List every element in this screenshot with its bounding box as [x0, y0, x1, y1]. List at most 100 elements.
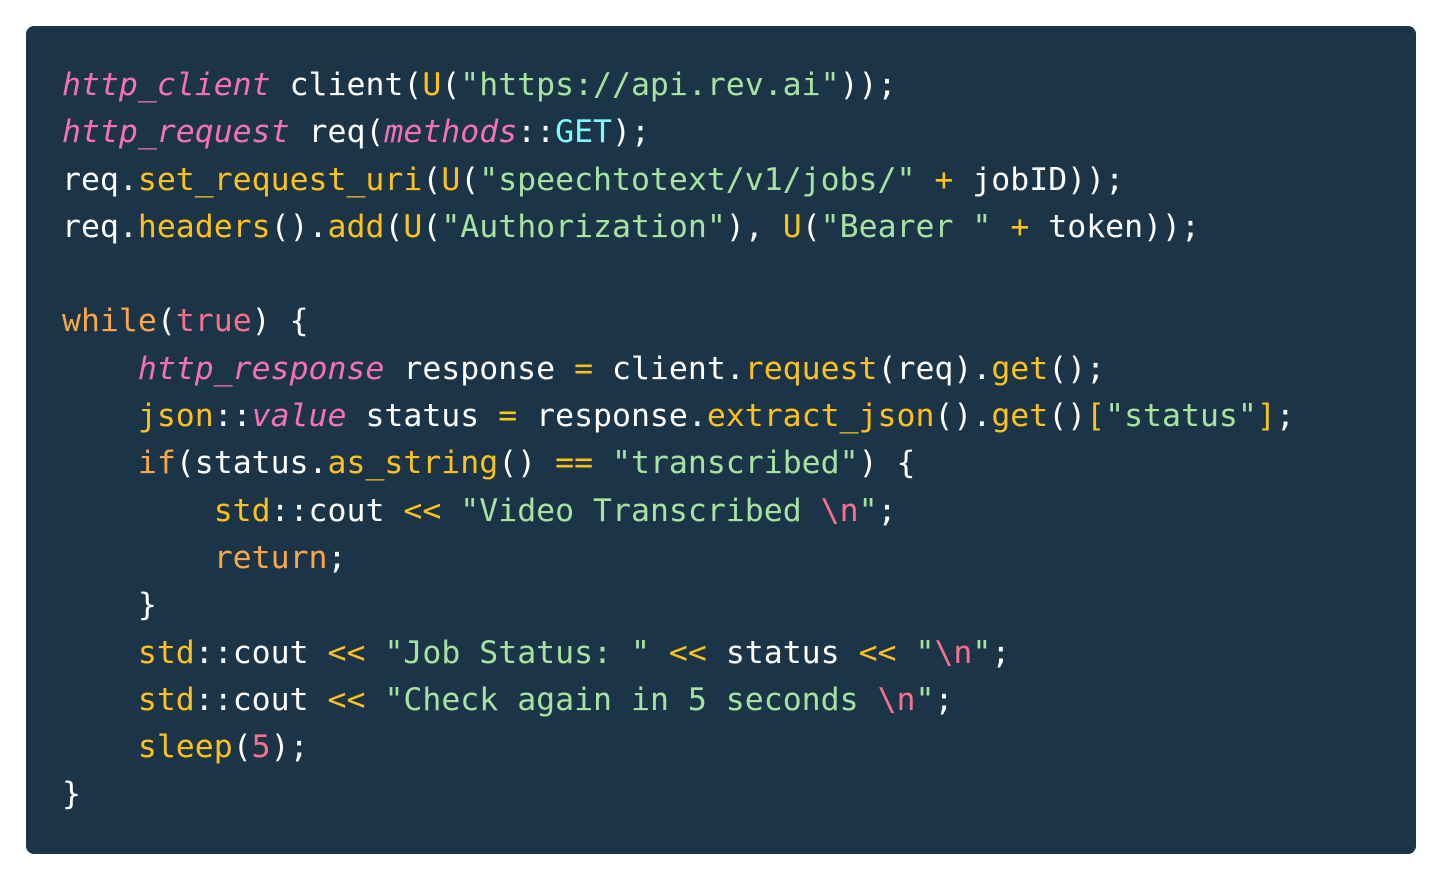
code-token-default: () [1048, 398, 1087, 435]
code-token-string: "transcribed" [612, 445, 859, 482]
code-token-default: response. [517, 398, 707, 435]
code-token-escape: \n [877, 681, 916, 718]
code-token-default: ( [460, 161, 480, 198]
code-token-bracket: [ [1086, 398, 1106, 435]
code-token-default: ::cout [194, 634, 328, 671]
code-token-default [62, 682, 138, 718]
code-token-operator: << [403, 492, 442, 529]
code-token-default: token)); [1029, 208, 1200, 245]
code-token-type: http_response [137, 350, 385, 387]
code-token-operator: = [498, 398, 518, 435]
code-token-default: ) { [251, 303, 309, 340]
code-token-function: U [422, 67, 442, 103]
code-token-string: "speechtotext/v1/jobs/" [479, 161, 916, 198]
code-token-default [593, 445, 612, 481]
code-token-string: "Check again in 5 seconds [384, 681, 878, 718]
code-token-default: req. [62, 161, 138, 198]
code-token-function: as_string [327, 445, 499, 482]
code-token-function: json [137, 398, 214, 435]
code-token-default: ; [877, 492, 897, 529]
code-token-operator: << [858, 634, 897, 671]
code-token-type: methods [384, 114, 518, 151]
code-token-function: add [327, 208, 385, 245]
code-token-default [897, 635, 916, 671]
code-lines: http_client client(U("https://api.rev.ai… [62, 62, 1416, 819]
code-token-default [365, 635, 384, 671]
code-token-default [62, 445, 138, 481]
code-token-function: std [213, 492, 271, 529]
code-token-default: jobID)); [953, 161, 1125, 198]
code-token-escape: true [175, 303, 252, 340]
code-token-string: " [858, 492, 878, 529]
code-token-default: ; [991, 634, 1011, 671]
code-token-string: "Authorization" [441, 208, 726, 245]
code-token-default: ), [725, 208, 783, 245]
code-token-default: ; [1275, 398, 1295, 435]
code-line: req.headers().add(U("Authorization"), U(… [62, 204, 1416, 251]
code-token-string: "Bearer " [820, 208, 992, 245]
code-token-default: ( [156, 303, 176, 340]
code-token-operator: = [574, 350, 594, 387]
code-token-default: client( [270, 67, 423, 103]
code-token-default [62, 493, 214, 529]
code-token-default: () [498, 445, 556, 482]
code-line: json::value status = response.extract_js… [62, 393, 1416, 440]
code-token-type: http_request [62, 114, 290, 151]
code-token-default: ( [422, 208, 442, 245]
code-token-default: status [706, 634, 859, 671]
code-token-default: req( [289, 114, 385, 151]
code-token-default: ( [801, 208, 821, 245]
code-line: std::cout << "Job Status: " << status <<… [62, 630, 1416, 677]
code-token-function: U [403, 208, 423, 245]
code-line: } [62, 582, 1416, 629]
code-token-default [365, 682, 384, 718]
code-token-default [991, 209, 1010, 245]
code-line: std::cout << "Check again in 5 seconds \… [62, 677, 1416, 724]
code-token-function: get [991, 398, 1049, 435]
code-token-string: "Video Transcribed [460, 492, 821, 529]
code-token-default: ::cout [270, 492, 404, 529]
code-token-number: 5 [251, 729, 271, 766]
code-token-default: ) { [858, 445, 916, 482]
code-token-string: "status" [1105, 398, 1257, 435]
code-token-default: ( [441, 67, 461, 103]
code-line: return; [62, 535, 1416, 582]
code-token-default [915, 162, 934, 198]
code-line: if(status.as_string() == "transcribed") … [62, 440, 1416, 487]
code-token-default: } [62, 776, 81, 813]
code-token-default: ); [270, 729, 309, 766]
code-token-string: " [915, 681, 935, 718]
code-token-function: request [744, 350, 878, 387]
code-token-default: :: [213, 398, 252, 435]
code-token-keyword: return [213, 539, 328, 576]
code-token-default: status [346, 398, 499, 435]
code-token-default: } [62, 587, 157, 624]
code-token-operator: + [934, 161, 954, 198]
code-line: http_request req(methods::GET); [62, 109, 1416, 156]
code-line: } [62, 771, 1416, 818]
code-token-default [62, 635, 138, 671]
code-token-escape: \n [820, 492, 859, 529]
code-token-default: )); [839, 67, 897, 103]
code-token-type: http_client [62, 67, 271, 103]
code-token-function: std [137, 634, 195, 671]
code-token-operator: == [555, 445, 594, 482]
code-token-operator: << [327, 634, 366, 671]
code-token-function: extract_json [706, 398, 935, 435]
code-token-default: (req). [877, 350, 992, 387]
code-token-function: U [441, 161, 461, 198]
code-token-type: value [251, 398, 347, 435]
code-token-constant: GET [555, 114, 613, 151]
code-token-default: ( [232, 729, 252, 766]
code-token-function: get [991, 350, 1049, 387]
code-line: http_client client(U("https://api.rev.ai… [62, 62, 1416, 109]
code-token-default: ( [384, 208, 404, 245]
code-token-operator: << [668, 634, 707, 671]
code-token-string: "https://api.rev.ai" [460, 67, 840, 103]
code-token-default: (). [934, 398, 992, 435]
code-token-default [650, 635, 669, 671]
code-token-function: sleep [137, 729, 233, 766]
code-token-operator: + [1010, 208, 1030, 245]
code-token-default: (status. [175, 445, 328, 482]
